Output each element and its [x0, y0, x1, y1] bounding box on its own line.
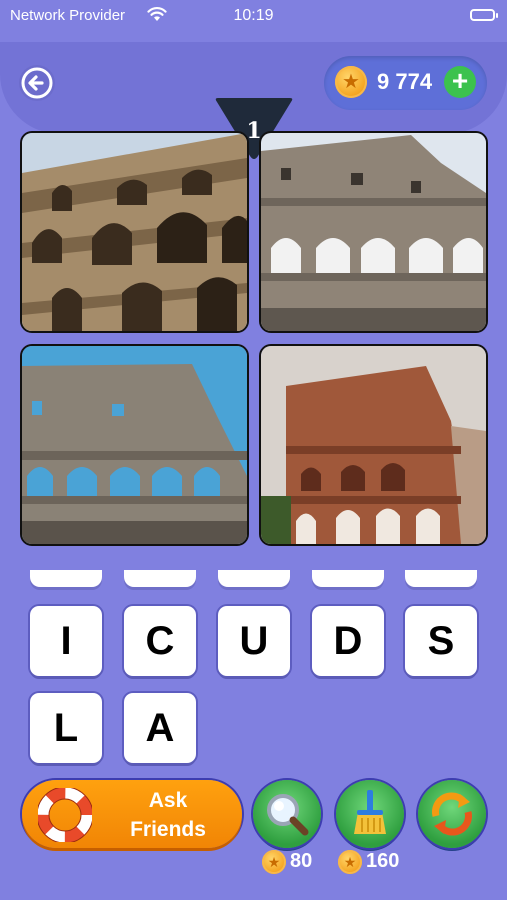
reveal-cost: 80 — [290, 850, 313, 872]
coin-icon: ★ — [338, 850, 362, 874]
ask-friends-line2: Friends — [130, 818, 206, 841]
clue-photo-2[interactable] — [259, 131, 488, 333]
ask-friends-line1: Ask — [148, 789, 188, 812]
coin-count: 9 774 — [377, 69, 433, 94]
back-arrow-icon — [21, 67, 53, 99]
answer-slot[interactable] — [218, 570, 290, 587]
add-coins-button[interactable]: + — [444, 66, 476, 98]
answer-slot[interactable] — [312, 570, 384, 587]
letter-tile[interactable]: S — [405, 606, 477, 676]
answer-slot[interactable] — [405, 570, 477, 587]
shuffle-letters-button[interactable] — [418, 780, 486, 848]
clear-cost: 160 — [366, 850, 400, 872]
status-bar: Network Provider 10:19 — [0, 0, 507, 34]
answer-slot[interactable] — [124, 570, 196, 587]
clue-photo-4[interactable] — [259, 344, 488, 546]
battery-icon — [470, 9, 498, 21]
letter-tile[interactable]: C — [124, 606, 196, 676]
shuffle-icon — [432, 792, 472, 836]
letter-tile[interactable]: L — [30, 693, 102, 763]
reveal-letter-button[interactable] — [253, 780, 321, 848]
lifebuoy-icon — [38, 788, 92, 842]
broom-icon — [354, 790, 386, 834]
coin-icon: ★ — [335, 66, 367, 98]
answer-slot[interactable] — [30, 570, 102, 587]
clock: 10:19 — [233, 7, 274, 24]
clue-photo-3[interactable] — [20, 344, 249, 546]
ask-friends-label: Ask Friends — [112, 786, 224, 844]
letter-tile[interactable]: A — [124, 693, 196, 763]
letter-tile[interactable]: I — [30, 606, 102, 676]
magnifier-icon — [267, 794, 309, 836]
clear-letters-button[interactable] — [336, 780, 404, 848]
clue-photo-1[interactable] — [20, 131, 249, 333]
letter-tile[interactable]: U — [218, 606, 290, 676]
back-button[interactable] — [19, 65, 55, 101]
letter-tile[interactable]: D — [312, 606, 384, 676]
coin-icon: ★ — [262, 850, 286, 874]
